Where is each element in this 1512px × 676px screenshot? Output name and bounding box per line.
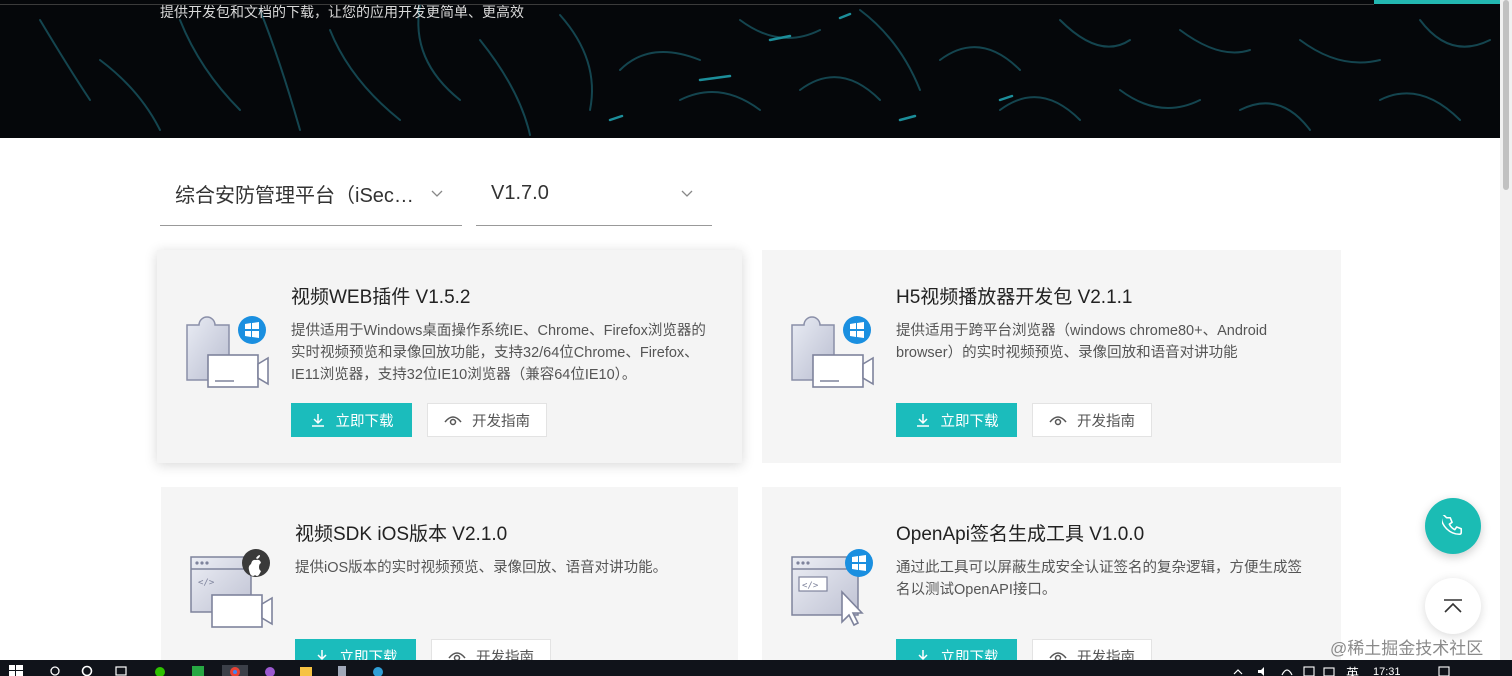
sdk-card[interactable]: </> OpenApi签名生成工具 V1.0.0 通过此工具可以屏蔽生成安全认证… [762,487,1341,676]
task-view-icon[interactable] [114,665,128,676]
ime-language-indicator[interactable]: 英 [1346,663,1359,676]
app-globe-icon[interactable] [370,665,386,676]
dev-guide-button[interactable]: 开发指南 [427,403,547,437]
sdk-card[interactable]: H5视频播放器开发包 V2.1.1 提供适用于跨平台浏览器（windows ch… [762,250,1341,463]
network-icon[interactable] [1280,665,1294,676]
chevron-down-icon [674,181,700,207]
vertical-scrollbar[interactable] [1500,0,1512,660]
keyboard-icon[interactable] [1322,665,1336,676]
chevron-up-icon[interactable] [1232,665,1244,676]
sdk-card[interactable]: 视频WEB插件 V1.5.2 提供适用于Windows桌面操作系统IE、Chro… [157,250,742,463]
scrollbar-thumb[interactable] [1503,0,1509,190]
phone-icon [1442,515,1463,536]
version-select[interactable]: V1.7.0 [476,162,712,226]
plugin-windows-icon [787,310,877,395]
version-select-value: V1.7.0 [491,182,549,204]
dev-guide-button-label: 开发指南 [1077,413,1135,430]
eye-icon [444,416,462,426]
card-description: 提供适用于Windows桌面操作系统IE、Chrome、Firefox浏览器的实… [291,323,706,383]
card-title: 视频WEB插件 V1.5.2 [291,287,471,308]
svg-text:</>: </> [198,578,215,588]
back-to-top-button[interactable] [1425,578,1481,634]
windows-taskbar: 英 17:31 [0,660,1512,676]
contact-phone-button[interactable] [1425,498,1481,554]
wechat-icon[interactable] [152,665,168,676]
notification-icon[interactable] [1436,665,1452,676]
eye-icon [1049,416,1067,426]
download-icon [916,414,929,427]
taskbar-clock[interactable]: 17:31 [1373,666,1401,676]
chevron-down-icon [424,181,450,207]
product-select[interactable]: 综合安防管理平台（iSecur... [160,162,462,226]
input-method-icon[interactable] [1302,665,1316,676]
browser-icon[interactable] [262,665,278,676]
card-title: OpenApi签名生成工具 V1.0.0 [896,524,1145,545]
windows-start-icon[interactable] [8,665,24,676]
plugin-windows-icon [182,310,272,395]
volume-icon[interactable] [1256,665,1270,676]
download-icon [311,414,324,427]
hero-banner: 提供开发包和文档的下载，让您的应用开发更简单、更高效 [0,0,1500,138]
dev-guide-button-label: 开发指南 [472,413,530,430]
download-button-label: 立即下载 [335,413,394,430]
app-green-icon[interactable] [190,665,206,676]
download-button-label: 立即下载 [940,413,999,430]
dev-guide-button[interactable]: 开发指南 [1032,403,1152,437]
product-select-value: 综合安防管理平台（iSecur... [175,185,424,207]
download-button[interactable]: 立即下载 [291,403,412,437]
sdk-card[interactable]: </> 视频SDK iOS版本 V2.1.0 提供iOS版本的实时视频预览、录像… [161,487,738,676]
cortana-icon[interactable] [80,665,94,676]
tool-windows-icon: </> [787,547,877,632]
hero-accent-bar [1374,0,1500,4]
card-description: 提供iOS版本的实时视频预览、录像回放、语音对讲功能。 [295,560,668,576]
page: 提供开发包和文档的下载，让您的应用开发更简单、更高效 综合安防管理平台（iSec… [0,0,1512,676]
search-icon[interactable] [48,665,62,676]
watermark: @稀土掘金技术社区 [1330,639,1484,658]
folder-icon[interactable] [298,665,314,676]
chrome-icon[interactable] [222,665,248,676]
card-description: 通过此工具可以屏蔽生成安全认证签名的复杂逻辑，方便生成签名以测试OpenAPI接… [896,560,1302,598]
download-button[interactable]: 立即下载 [896,403,1017,437]
card-title: 视频SDK iOS版本 V2.1.0 [295,524,508,545]
hero-subtitle: 提供开发包和文档的下载，让您的应用开发更简单、更高效 [160,4,524,20]
card-title: H5视频播放器开发包 V2.1.1 [896,287,1133,308]
svg-text:</>: </> [802,581,819,591]
card-description: 提供适用于跨平台浏览器（windows chrome80+、Android br… [896,323,1268,361]
sdk-apple-icon: </> [186,547,276,632]
app-icon[interactable] [334,665,350,676]
arrow-up-icon [1444,599,1462,613]
